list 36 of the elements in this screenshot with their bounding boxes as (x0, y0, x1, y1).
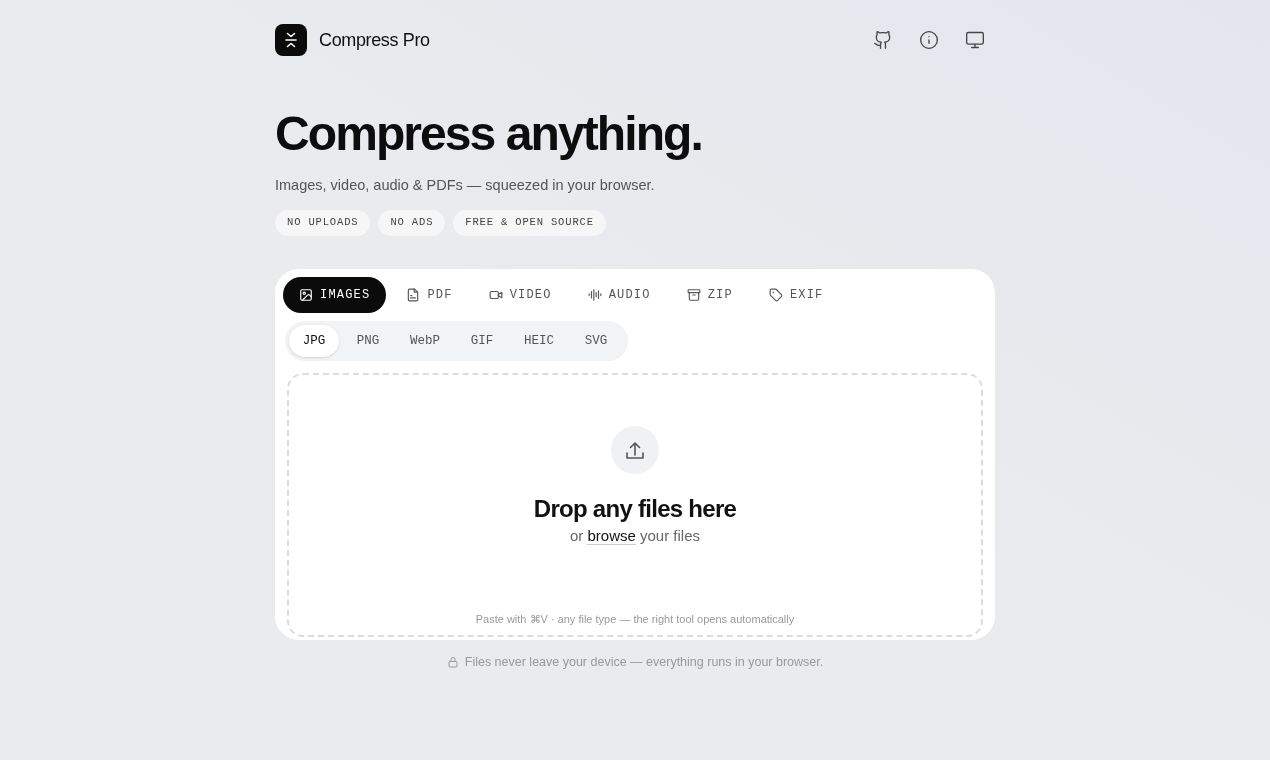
chevrons-logo-icon (275, 24, 307, 56)
drop-title: Drop any files here (533, 494, 737, 524)
category-tab[interactable]: ZIP (670, 277, 749, 313)
format-tab[interactable]: HEIC (511, 325, 567, 357)
upload-icon (611, 426, 659, 474)
tag-icon (768, 288, 783, 302)
privacy-note: Files never leave your device — everything runs in your browser. (464, 654, 824, 671)
category-tab[interactable]: EXIF (752, 277, 840, 313)
video-camera-icon (488, 288, 503, 302)
category-tab[interactable]: PDF (390, 277, 469, 313)
format-tab[interactable]: SVG (568, 325, 624, 357)
brand-name: Compress Pro (319, 28, 430, 52)
monitor-icon[interactable] (965, 30, 985, 50)
category-tab[interactable]: VIDEO (472, 277, 568, 313)
format-tab[interactable]: JPG (289, 325, 339, 357)
hero-subtitle: Images, video, audio & PDFs — squeezed in your browser. (275, 176, 656, 195)
browse-link[interactable]: browse (587, 527, 636, 545)
paste-hint: Paste with ⌘V · any file type — the right tool opens automatically (475, 612, 795, 627)
feature-badge: NO ADS (378, 210, 446, 236)
browse-prompt: or browse your files (569, 526, 701, 546)
format-tab[interactable]: WebP (397, 325, 453, 357)
format-tab[interactable]: PNG (340, 325, 396, 357)
category-tab[interactable]: AUDIO (571, 277, 667, 313)
hero-title: Compress anything. (275, 110, 703, 158)
audio-lines-icon (587, 288, 602, 302)
info-icon[interactable] (919, 30, 939, 50)
github-icon[interactable] (873, 30, 893, 50)
format-tab[interactable]: GIF (454, 325, 510, 357)
drop-zone[interactable]: Drop any files here or browse your files Paste with ⌘V · any file type — the right tool opens automatically (287, 373, 983, 637)
lock-icon (446, 656, 459, 668)
document-icon (406, 288, 421, 302)
image-icon (299, 288, 313, 302)
feature-badge: NO UPLOADS (275, 210, 371, 236)
archive-icon (686, 288, 701, 302)
category-tab[interactable]: IMAGES (283, 277, 387, 313)
feature-badge: FREE & OPEN SOURCE (453, 210, 606, 236)
